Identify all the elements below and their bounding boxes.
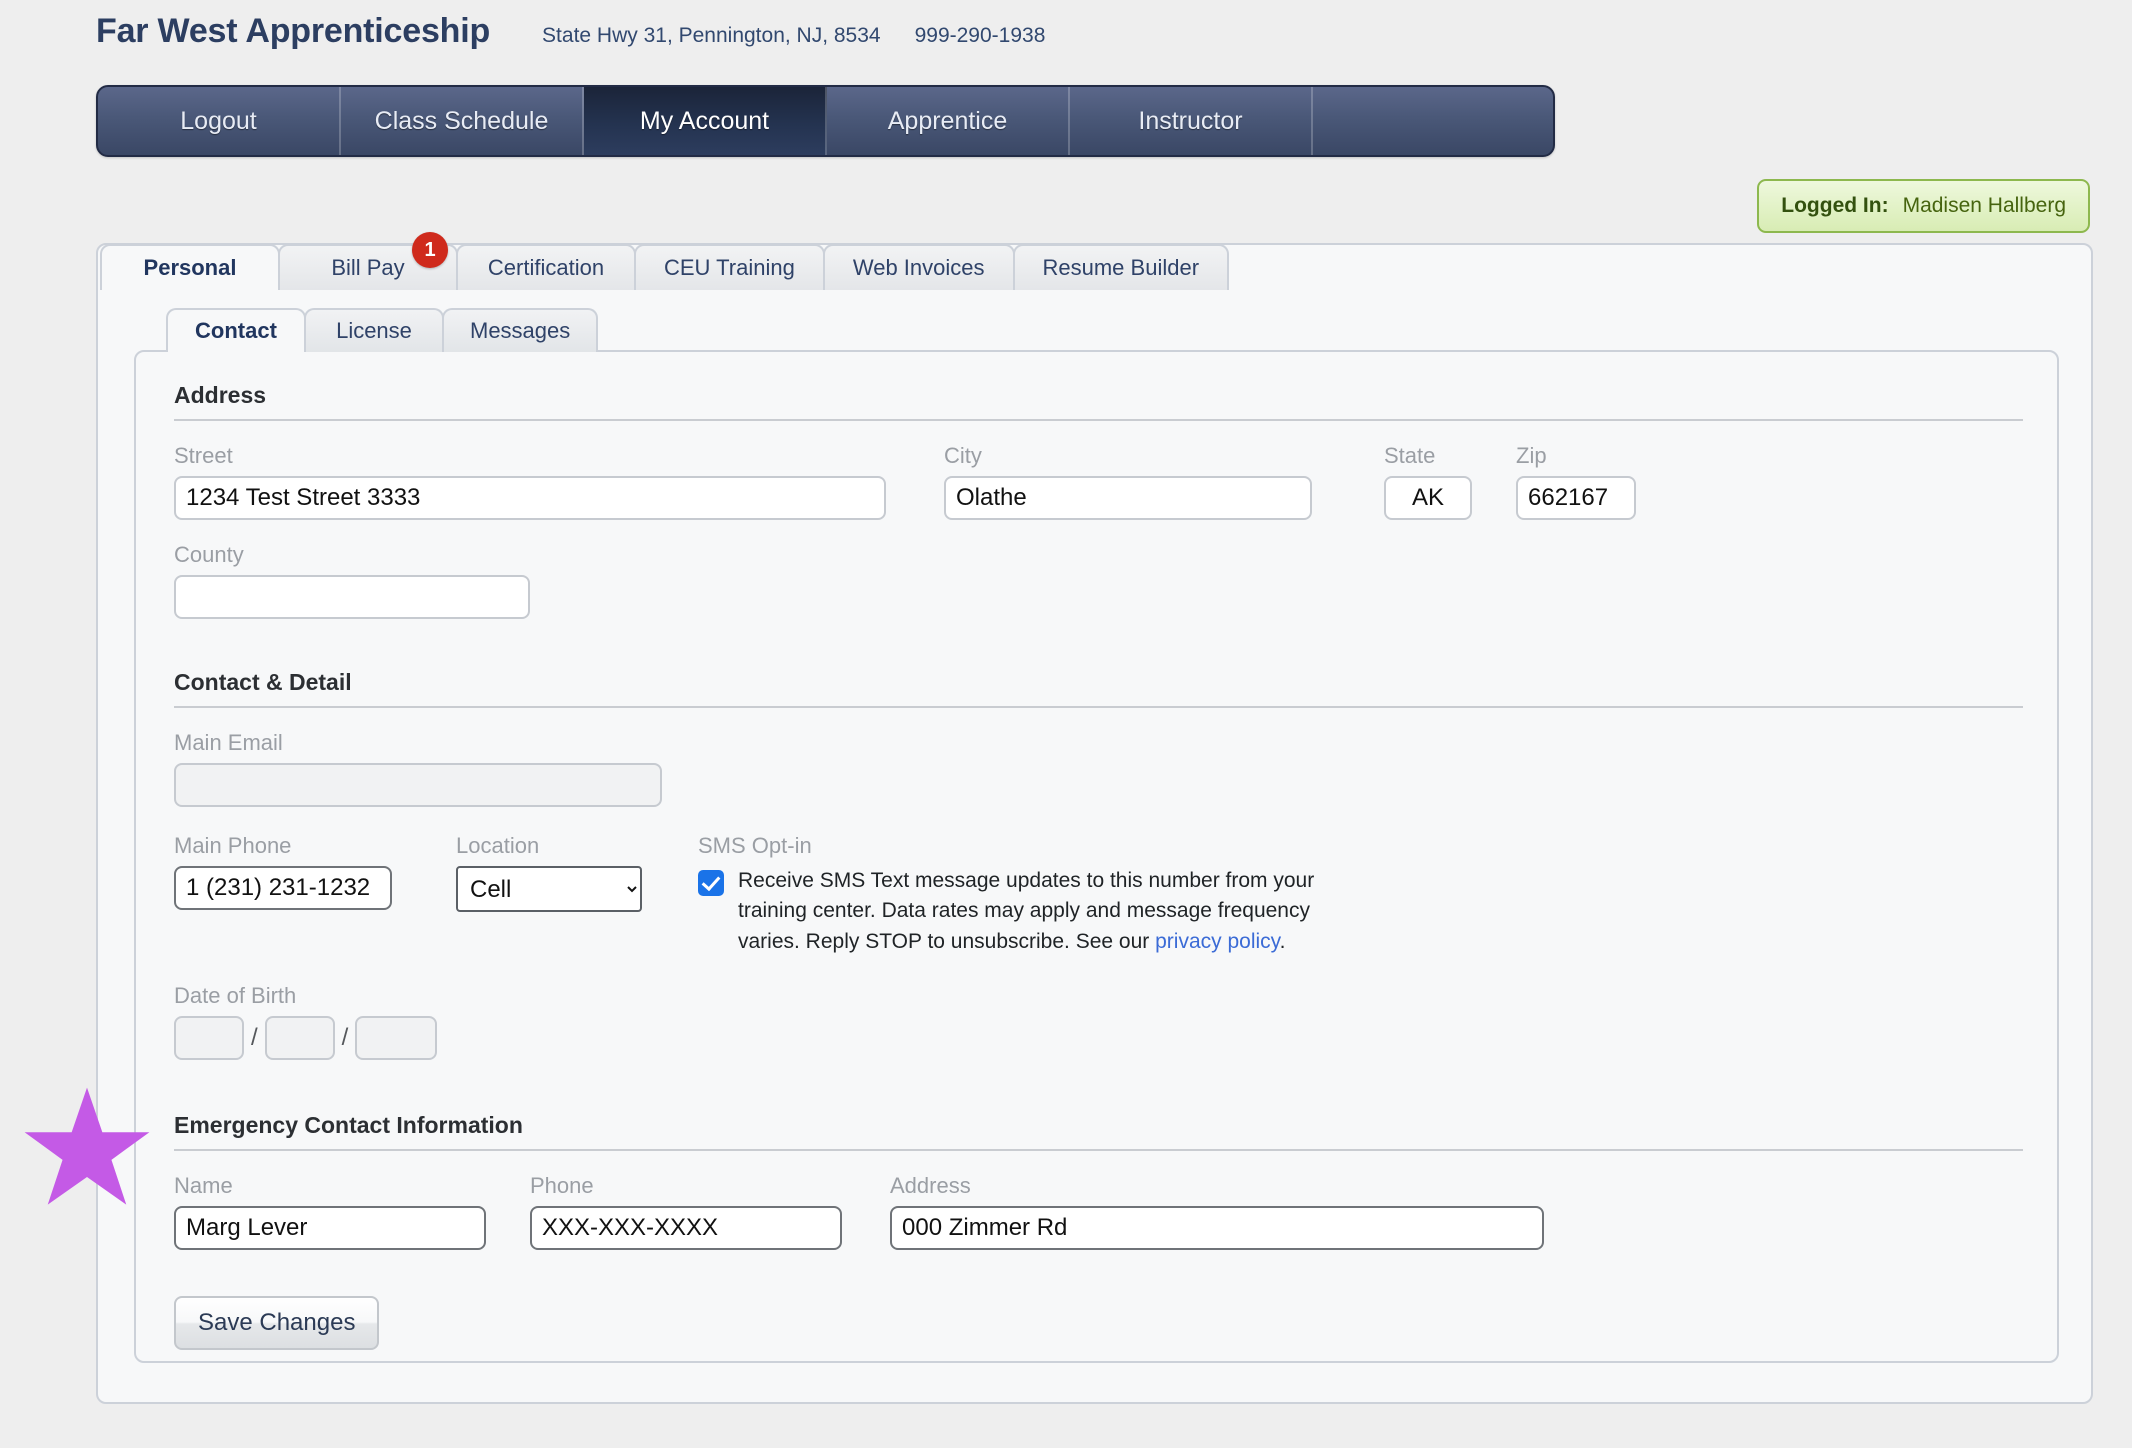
privacy-policy-link[interactable]: privacy policy	[1155, 930, 1279, 953]
street-label: Street	[174, 443, 233, 468]
tab-certification-label: Certification	[487, 255, 605, 280]
dob-day-input[interactable]	[264, 1016, 335, 1061]
state-field-group: State	[1384, 443, 1516, 520]
street-field-group: Street	[174, 443, 944, 520]
state-label: State	[1384, 443, 1436, 468]
subtab-messages[interactable]: Messages	[442, 308, 599, 352]
state-input[interactable]	[1384, 476, 1472, 520]
main-email-label: Main Email	[174, 730, 283, 755]
tab-ceu-training-label: CEU Training	[664, 255, 795, 280]
dob-label: Date of Birth	[174, 983, 297, 1009]
sms-optin-checkbox[interactable]	[698, 870, 724, 896]
site-header: Far West Apprenticeship State Hwy 31, Pe…	[96, 12, 1045, 51]
dob-separator-2: /	[341, 1024, 349, 1052]
address-section-divider	[174, 419, 2023, 421]
zip-field-group: Zip	[1516, 443, 1716, 520]
org-phone: 999-290-1938	[914, 24, 1046, 47]
dob-field-group: Date of Birth / /	[174, 983, 2023, 1061]
city-label: City	[944, 443, 982, 468]
tab-resume-builder[interactable]: Resume Builder	[1012, 244, 1230, 290]
emergency-name-label: Name	[174, 1173, 233, 1199]
tab-certification[interactable]: Certification	[456, 244, 636, 290]
emergency-section-heading: Emergency Contact Information	[174, 1112, 523, 1139]
app-page: Far West Apprenticeship State Hwy 31, Pe…	[0, 0, 2132, 1448]
tab-bill-pay[interactable]: Bill Pay 1	[278, 232, 458, 290]
subtab-contact-label: Contact	[195, 318, 277, 343]
county-input[interactable]	[174, 575, 530, 619]
nav-item-apprentice[interactable]: Apprentice	[827, 87, 1070, 155]
nav-item-my-account[interactable]: My Account	[584, 87, 827, 155]
org-contact-info: State Hwy 31, Pennington, NJ, 8534 999-2…	[542, 24, 1045, 48]
subtab-license-label: License	[336, 318, 412, 343]
emergency-section-divider	[174, 1149, 2023, 1152]
dob-inputs: / /	[174, 1016, 2023, 1061]
main-navigation: Logout Class Schedule My Account Apprent…	[96, 85, 1555, 157]
main-phone-label: Main Phone	[174, 833, 292, 858]
sub-tab-strip: Contact License Messages	[136, 308, 599, 352]
org-address: State Hwy 31, Pennington, NJ, 8534	[542, 24, 881, 47]
emergency-address-input[interactable]	[890, 1206, 1544, 1251]
primary-tab-strip: Personal Bill Pay 1 Certification CEU Tr…	[98, 232, 2091, 290]
subtab-license[interactable]: License	[304, 308, 444, 352]
sms-optin-description: Receive SMS Text message updates to this…	[738, 866, 1338, 957]
sms-optin-block: Receive SMS Text message updates to this…	[698, 866, 1338, 957]
nav-item-instructor[interactable]: Instructor	[1070, 87, 1313, 155]
emergency-phone-input[interactable]	[530, 1206, 842, 1251]
emergency-contact-row: Name Phone Address	[174, 1173, 2023, 1251]
contact-form: Address Street City State	[174, 382, 2023, 1351]
tab-bill-pay-label: Bill Pay	[331, 255, 405, 280]
tab-personal-label: Personal	[143, 255, 237, 280]
zip-label: Zip	[1516, 443, 1547, 468]
sms-optin-group: SMS Opt-in Receive SMS Text message upda…	[698, 833, 1338, 957]
tab-resume-builder-label: Resume Builder	[1042, 255, 1200, 280]
sms-optin-label: SMS Opt-in	[698, 833, 812, 858]
bill-pay-count-badge: 1	[412, 232, 448, 268]
tab-ceu-training[interactable]: CEU Training	[634, 244, 825, 290]
county-label: County	[174, 542, 244, 567]
city-field-group: City	[944, 443, 1384, 520]
address-section-heading: Address	[174, 382, 267, 408]
page-title: Far West Apprenticeship	[96, 12, 491, 50]
main-phone-input[interactable]	[174, 866, 392, 910]
logged-in-user-name: Madisen Hallberg	[1902, 194, 2066, 217]
location-label: Location	[456, 833, 540, 858]
contact-section-heading: Contact & Detail	[174, 669, 352, 695]
contact-panel: Contact License Messages Address Street	[134, 308, 2059, 1363]
emergency-address-label: Address	[890, 1173, 971, 1199]
main-phone-field-group: Main Phone	[174, 833, 456, 910]
sms-text-after-link: .	[1279, 929, 1286, 953]
emergency-address-field-group: Address	[890, 1173, 1590, 1251]
emergency-phone-field-group: Phone	[530, 1173, 890, 1251]
main-email-field-group: Main Email	[174, 730, 2023, 807]
dob-month-input[interactable]	[174, 1016, 244, 1061]
subtab-contact[interactable]: Contact	[166, 308, 306, 352]
zip-input[interactable]	[1516, 476, 1636, 520]
emergency-phone-label: Phone	[530, 1173, 594, 1199]
tab-web-invoices-label: Web Invoices	[852, 255, 985, 280]
tab-personal[interactable]: Personal	[100, 244, 280, 290]
city-input[interactable]	[944, 476, 1312, 520]
logged-in-label: Logged In:	[1781, 194, 1889, 217]
location-select[interactable]: CellHomeWork	[456, 866, 642, 912]
dob-separator-1: /	[251, 1024, 258, 1052]
tab-web-invoices[interactable]: Web Invoices	[822, 244, 1015, 290]
main-email-input[interactable]	[174, 763, 662, 807]
nav-item-class-schedule[interactable]: Class Schedule	[341, 87, 584, 155]
county-field-group: County	[174, 542, 2023, 619]
contact-section-divider	[174, 706, 2023, 708]
account-panel: Personal Bill Pay 1 Certification CEU Tr…	[96, 232, 2093, 1404]
dob-year-input[interactable]	[355, 1016, 438, 1061]
phone-location-sms-row: Main Phone Location CellHomeWork SMS Opt…	[174, 833, 2023, 957]
emergency-name-input[interactable]	[174, 1206, 486, 1251]
nav-item-empty	[1313, 87, 1553, 155]
emergency-name-field-group: Name	[174, 1173, 530, 1251]
logged-in-badge: Logged In: Madisen Hallberg	[1757, 179, 2090, 233]
address-row-1: Street City State Zip	[174, 443, 2023, 520]
street-input[interactable]	[174, 476, 886, 520]
save-changes-button[interactable]: Save Changes	[174, 1296, 380, 1351]
subtab-messages-label: Messages	[470, 318, 571, 343]
nav-item-logout[interactable]: Logout	[98, 87, 341, 155]
location-field-group: Location CellHomeWork	[456, 833, 698, 912]
